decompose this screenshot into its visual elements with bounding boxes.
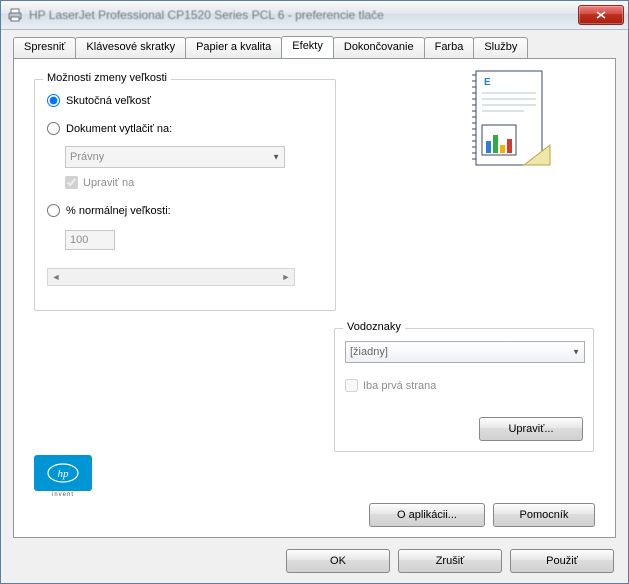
tab-label: Dokončovanie — [344, 41, 414, 53]
checkbox-scale-to-fit-label: Upraviť na — [83, 177, 134, 189]
tab-label: Spresniť — [24, 41, 65, 53]
tab-label: Farba — [435, 41, 464, 53]
button-about[interactable]: O aplikácii... — [369, 503, 485, 527]
input-percent-value: 100 — [70, 234, 88, 246]
chevron-down-icon: ▼ — [572, 348, 580, 357]
group-watermarks: Vodoznaky [žiadny] ▼ Iba prvá strana Upr… — [334, 328, 594, 452]
radio-percent-size-label: % normálnej veľkosti: — [66, 205, 171, 217]
close-button[interactable] — [578, 5, 624, 25]
checkbox-first-page-only: Iba prvá strana — [345, 379, 436, 392]
tab-efekty[interactable]: Efekty — [281, 36, 334, 58]
arrow-right-icon[interactable]: ► — [278, 270, 294, 284]
dialog-footer: OK Zrušiť Použiť — [1, 539, 628, 583]
arrow-left-icon[interactable]: ◄ — [48, 270, 64, 284]
radio-actual-size[interactable]: Skutočná veľkosť — [47, 94, 151, 107]
button-watermark-edit[interactable]: Upraviť... — [479, 417, 583, 441]
svg-text:E: E — [484, 77, 491, 88]
tab-label: Efekty — [292, 40, 323, 52]
button-ok[interactable]: OK — [286, 549, 390, 573]
group-watermarks-legend: Vodoznaky — [343, 321, 405, 333]
tab-papier-kvalita[interactable]: Papier a kvalita — [185, 37, 282, 59]
group-resize-options: Možnosti zmeny veľkosti Skutočná veľkosť… — [34, 79, 336, 311]
button-help[interactable]: Pomocník — [493, 503, 595, 527]
button-help-label: Pomocník — [520, 509, 569, 521]
radio-percent-size[interactable]: % normálnej veľkosti: — [47, 204, 171, 217]
button-apply[interactable]: Použiť — [510, 549, 614, 573]
hp-logo-box: hp — [34, 455, 92, 491]
titlebar: HP LaserJet Professional CP1520 Series P… — [1, 1, 628, 30]
button-ok-label: OK — [330, 555, 346, 567]
radio-actual-size-input[interactable] — [47, 94, 60, 107]
button-apply-label: Použiť — [546, 555, 578, 567]
combo-watermark-value: [žiadny] — [350, 346, 388, 358]
radio-print-on-label: Dokument vytlačiť na: — [66, 123, 172, 135]
button-watermark-edit-label: Upraviť... — [508, 423, 553, 435]
checkbox-first-page-only-input — [345, 379, 358, 392]
tab-label: Papier a kvalita — [196, 41, 271, 53]
button-cancel-label: Zrušiť — [436, 555, 465, 567]
window-title: HP LaserJet Professional CP1520 Series P… — [29, 8, 578, 22]
hp-logo: hp invent — [34, 455, 92, 495]
radio-actual-size-label: Skutočná veľkosť — [66, 95, 151, 107]
tab-label: Služby — [484, 41, 517, 53]
combo-watermark[interactable]: [žiadny] ▼ — [345, 341, 585, 363]
radio-percent-size-input[interactable] — [47, 204, 60, 217]
checkbox-first-page-only-label: Iba prvá strana — [363, 380, 436, 392]
button-about-label: O aplikácii... — [397, 509, 457, 521]
tab-strip: Spresniť Klávesové skratky Papier a kval… — [13, 37, 616, 59]
hp-logo-text: hp — [58, 468, 70, 480]
input-percent: 100 — [65, 230, 115, 250]
page-preview: E — [439, 64, 569, 179]
hp-logo-subtext: invent — [34, 492, 92, 498]
tab-sluzby[interactable]: Služby — [473, 37, 528, 59]
dialog-window: HP LaserJet Professional CP1520 Series P… — [0, 0, 629, 584]
checkbox-scale-to-fit-input — [65, 176, 78, 189]
tab-panel-efekty: Možnosti zmeny veľkosti Skutočná veľkosť… — [13, 58, 616, 538]
chevron-down-icon: ▼ — [272, 153, 280, 162]
tab-dokoncovanie[interactable]: Dokončovanie — [333, 37, 425, 59]
panel-footer: O aplikácii... Pomocník — [14, 503, 615, 527]
slider-percent[interactable]: ◄ ► — [47, 268, 295, 286]
combo-paper-size-value: Právny — [70, 151, 104, 163]
radio-print-on[interactable]: Dokument vytlačiť na: — [47, 122, 172, 135]
tab-farba[interactable]: Farba — [424, 37, 475, 59]
combo-paper-size: Právny ▼ — [65, 146, 285, 168]
checkbox-scale-to-fit: Upraviť na — [65, 176, 134, 189]
group-resize-legend: Možnosti zmeny veľkosti — [43, 72, 171, 84]
printer-icon — [7, 7, 23, 23]
tab-spresnit[interactable]: Spresniť — [13, 37, 76, 59]
tab-label: Klávesové skratky — [86, 41, 175, 53]
button-cancel[interactable]: Zrušiť — [398, 549, 502, 573]
tab-klavesove-skratky[interactable]: Klávesové skratky — [75, 37, 186, 59]
client-area: Spresniť Klávesové skratky Papier a kval… — [1, 29, 628, 583]
radio-print-on-input[interactable] — [47, 122, 60, 135]
